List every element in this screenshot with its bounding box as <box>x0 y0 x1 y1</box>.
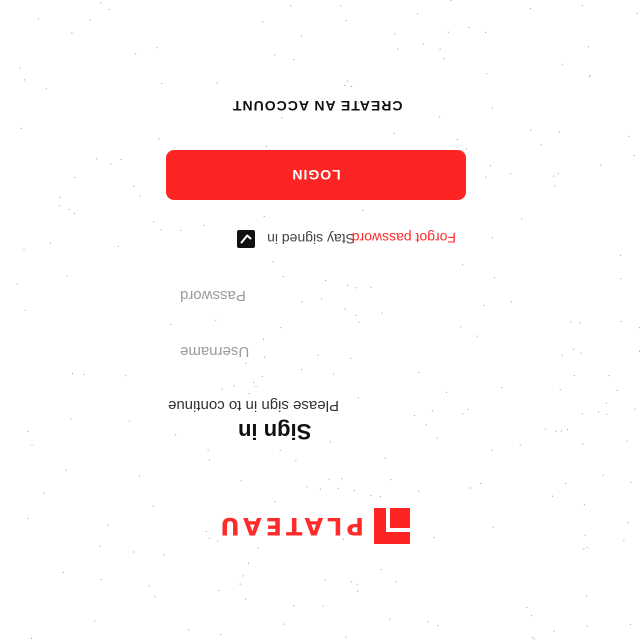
forgot-password-link[interactable]: Forgot password <box>352 230 456 246</box>
login-button[interactable]: LOGIN <box>166 150 466 200</box>
username-input[interactable] <box>180 338 466 366</box>
stay-signed-in-checkbox[interactable]: Stay signed in <box>237 230 355 248</box>
checkmark-icon[interactable] <box>237 230 256 248</box>
page-subtitle: Please sign in to continue <box>168 397 339 414</box>
password-input[interactable] <box>180 282 466 310</box>
page-title: Sign in <box>238 419 312 444</box>
stay-signed-in-label: Stay signed in <box>267 231 355 247</box>
brand-name: PLATEAU <box>216 512 364 540</box>
plateau-logo-icon <box>374 508 410 544</box>
login-screen: PLATEAU Sign in Please sign in to contin… <box>0 0 640 640</box>
brand-logo: PLATEAU <box>216 508 410 544</box>
background-noise <box>16 0 640 640</box>
create-account-link[interactable]: CREATE AN ACCOUNT <box>232 98 402 114</box>
